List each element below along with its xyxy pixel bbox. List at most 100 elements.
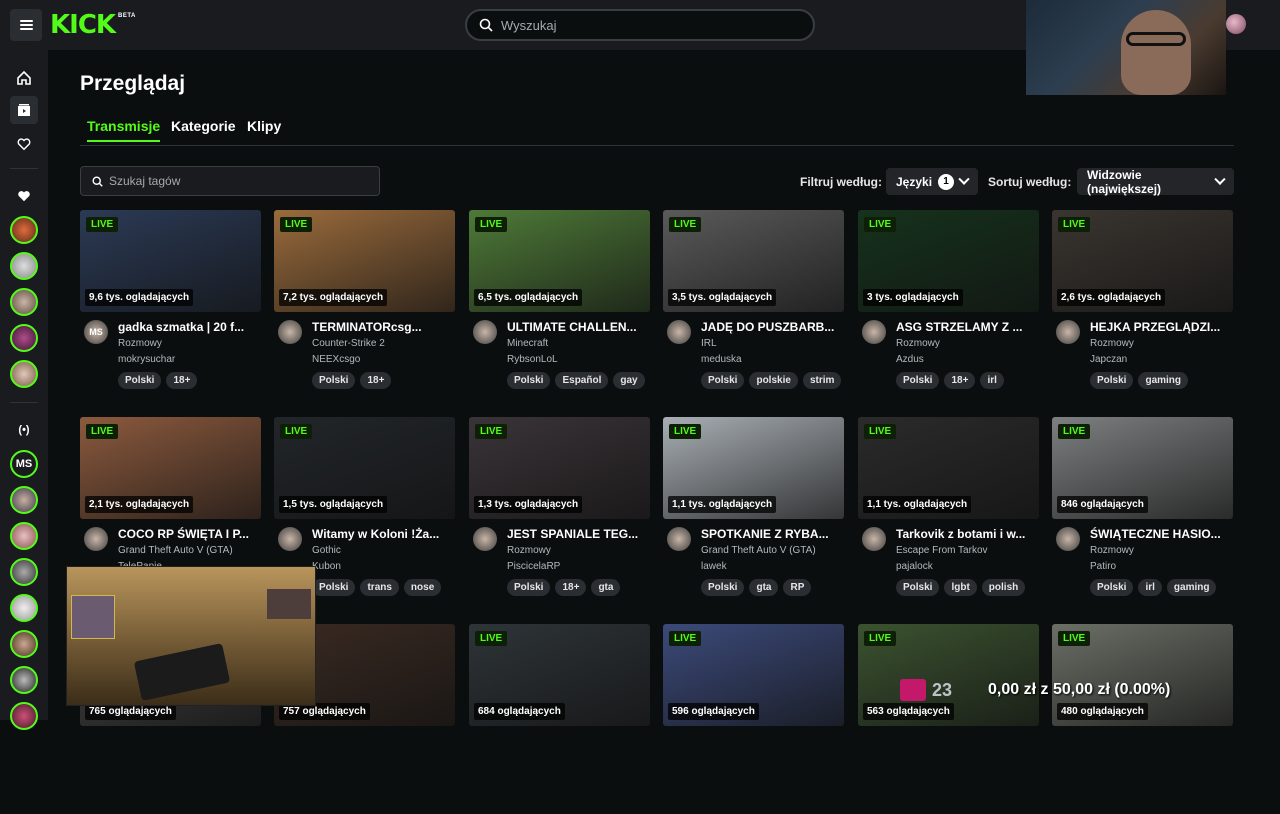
stream-title[interactable]: Witamy w Koloni !Ża... — [312, 527, 455, 541]
followed-channel-avatar[interactable] — [10, 324, 38, 352]
tag-chip[interactable]: polish — [981, 579, 1026, 596]
stream-card[interactable]: LIVE 684 oglądających — [469, 624, 650, 814]
stream-thumbnail[interactable]: LIVE 2,6 tys. oglądających — [1052, 210, 1233, 312]
stream-category[interactable]: Rozmowy — [1090, 545, 1134, 556]
recommended-channel-avatar[interactable] — [10, 666, 38, 694]
stream-thumbnail[interactable]: LIVE 1,5 tys. oglądających — [274, 417, 455, 519]
stream-title[interactable]: COCO RP ŚWIĘTA I P... — [118, 527, 261, 541]
tag-chip[interactable]: gay — [613, 372, 645, 389]
stream-title[interactable]: TERMINATORcsg... — [312, 320, 455, 334]
tag-chip[interactable]: 18+ — [166, 372, 198, 389]
followed-channel-avatar[interactable] — [10, 360, 38, 388]
tag-chip[interactable]: irl — [1138, 579, 1162, 596]
stream-thumbnail[interactable]: LIVE 846 oglądających — [1052, 417, 1233, 519]
stream-card[interactable]: LIVE 7,2 tys. oglądających TERMINATORcsg..… — [274, 210, 455, 400]
channel-name[interactable]: Kubon — [312, 561, 341, 572]
stream-card[interactable]: LIVE 2,6 tys. oglądających HEJKA PRZEGLĄDZ… — [1052, 210, 1233, 400]
channel-name[interactable]: Patiro — [1090, 561, 1116, 572]
mini-player[interactable] — [66, 566, 316, 706]
stream-category[interactable]: Gothic — [312, 545, 341, 556]
channel-name[interactable]: Azdus — [896, 354, 924, 365]
menu-icon[interactable] — [10, 9, 42, 41]
tag-chip[interactable]: Polski — [1090, 372, 1134, 389]
stream-category[interactable]: IRL — [701, 338, 717, 349]
stream-card[interactable]: LIVE 1,3 tys. oglądających JEST SPANIALE T… — [469, 417, 650, 607]
stream-thumbnail[interactable]: LIVE 3,5 tys. oglądających — [663, 210, 844, 312]
stream-title[interactable]: ASG STRZELAMY Z ... — [896, 320, 1039, 334]
tag-chip[interactable]: trans — [360, 579, 399, 596]
tab-clips[interactable]: Klipy — [247, 118, 281, 140]
recommended-channel-avatar[interactable] — [10, 558, 38, 586]
tag-chip[interactable]: gaming — [1166, 579, 1217, 596]
tag-chip[interactable]: Polski — [896, 579, 940, 596]
tag-chip[interactable]: Polski — [701, 579, 745, 596]
tag-chip[interactable]: Polski — [312, 579, 356, 596]
channel-avatar[interactable] — [1056, 527, 1080, 551]
browse-icon[interactable] — [10, 96, 38, 124]
stream-category[interactable]: Rozmowy — [118, 338, 162, 349]
channel-avatar[interactable]: MS — [84, 320, 108, 344]
stream-category[interactable]: Grand Theft Auto V (GTA) — [118, 545, 233, 556]
tag-chip[interactable]: 18+ — [555, 579, 587, 596]
tag-chip[interactable]: polskie — [749, 372, 798, 389]
tag-chip[interactable]: Polski — [507, 372, 551, 389]
channel-avatar[interactable] — [1056, 320, 1080, 344]
tag-chip[interactable]: gta — [749, 579, 779, 596]
tag-chip[interactable]: Polski — [896, 372, 940, 389]
stream-category[interactable]: Minecraft — [507, 338, 548, 349]
tab-streams[interactable]: Transmisje — [87, 118, 161, 142]
channel-avatar[interactable] — [473, 320, 497, 344]
tag-search-input[interactable] — [109, 174, 369, 188]
stream-thumbnail[interactable]: LIVE 7,2 tys. oglądających — [274, 210, 455, 312]
tag-chip[interactable]: lgbt — [944, 579, 977, 596]
stream-title[interactable]: JADĘ DO PUSZBARB... — [701, 320, 844, 334]
stream-category[interactable]: Grand Theft Auto V (GTA) — [701, 545, 816, 556]
stream-card[interactable]: LIVE 480 oglądających — [1052, 624, 1233, 814]
followed-channel-avatar[interactable] — [10, 252, 38, 280]
tag-chip[interactable]: nose — [403, 579, 442, 596]
stream-card[interactable]: LIVE 563 oglądających — [858, 624, 1039, 814]
channel-avatar[interactable] — [862, 320, 886, 344]
stream-thumbnail[interactable]: LIVE 684 oglądających — [469, 624, 650, 726]
channel-name[interactable]: RybsonLoL — [507, 354, 558, 365]
channel-name[interactable]: PiscicelaRP — [507, 561, 560, 572]
recommended-channel-avatar[interactable] — [10, 702, 38, 730]
stream-title[interactable]: Tarkovik z botami i w... — [896, 527, 1039, 541]
channel-avatar[interactable] — [278, 527, 302, 551]
stream-card[interactable]: LIVE 6,5 tys. oglądających ULTIMATE CHALLE… — [469, 210, 650, 400]
channel-name[interactable]: mokrysuchar — [118, 354, 175, 365]
recommended-channel-avatar[interactable] — [10, 594, 38, 622]
stream-title[interactable]: HEJKA PRZEGLĄDZI... — [1090, 320, 1233, 334]
stream-title[interactable]: gadka szmatka | 20 f... — [118, 320, 261, 334]
home-icon[interactable] — [10, 64, 38, 92]
recommended-channel-avatar[interactable] — [10, 522, 38, 550]
tag-chip[interactable]: Polski — [701, 372, 745, 389]
channel-avatar[interactable] — [278, 320, 302, 344]
tag-chip[interactable]: Español — [555, 372, 609, 389]
search-bar[interactable] — [465, 9, 815, 41]
tag-chip[interactable]: strim — [802, 372, 842, 389]
channel-name[interactable]: NEEXcsgo — [312, 354, 360, 365]
stream-card[interactable]: LIVE 596 oglądających — [663, 624, 844, 814]
stream-category[interactable]: Counter-Strike 2 — [312, 338, 385, 349]
stream-category[interactable]: Rozmowy — [507, 545, 551, 556]
followed-channel-avatar[interactable] — [10, 216, 38, 244]
tag-chip[interactable]: 18+ — [944, 372, 976, 389]
stream-thumbnail[interactable]: LIVE 480 oglądających — [1052, 624, 1233, 726]
stream-title[interactable]: JEST SPANIALE TEG... — [507, 527, 650, 541]
channel-name[interactable]: meduska — [701, 354, 742, 365]
tag-chip[interactable]: RP — [783, 579, 812, 596]
tag-chip[interactable]: Polski — [118, 372, 162, 389]
heart-outline-icon[interactable] — [10, 130, 38, 158]
stream-category[interactable]: Escape From Tarkov — [896, 545, 988, 556]
tag-chip[interactable]: gta — [591, 579, 621, 596]
stream-title[interactable]: ULTIMATE CHALLEN... — [507, 320, 650, 334]
sort-dropdown[interactable]: Widzowie (największej) — [1077, 168, 1234, 196]
stream-title[interactable]: ŚWIĄTECZNE HASIO... — [1090, 527, 1233, 541]
search-input[interactable] — [501, 17, 791, 33]
stream-thumbnail[interactable]: LIVE 1,1 tys. oglądających — [663, 417, 844, 519]
stream-thumbnail[interactable]: LIVE 563 oglądających — [858, 624, 1039, 726]
stream-card[interactable]: LIVE 1,1 tys. oglądających Tarkovik z bota… — [858, 417, 1039, 607]
recommended-channel-avatar[interactable] — [10, 486, 38, 514]
stream-category[interactable]: Rozmowy — [896, 338, 940, 349]
